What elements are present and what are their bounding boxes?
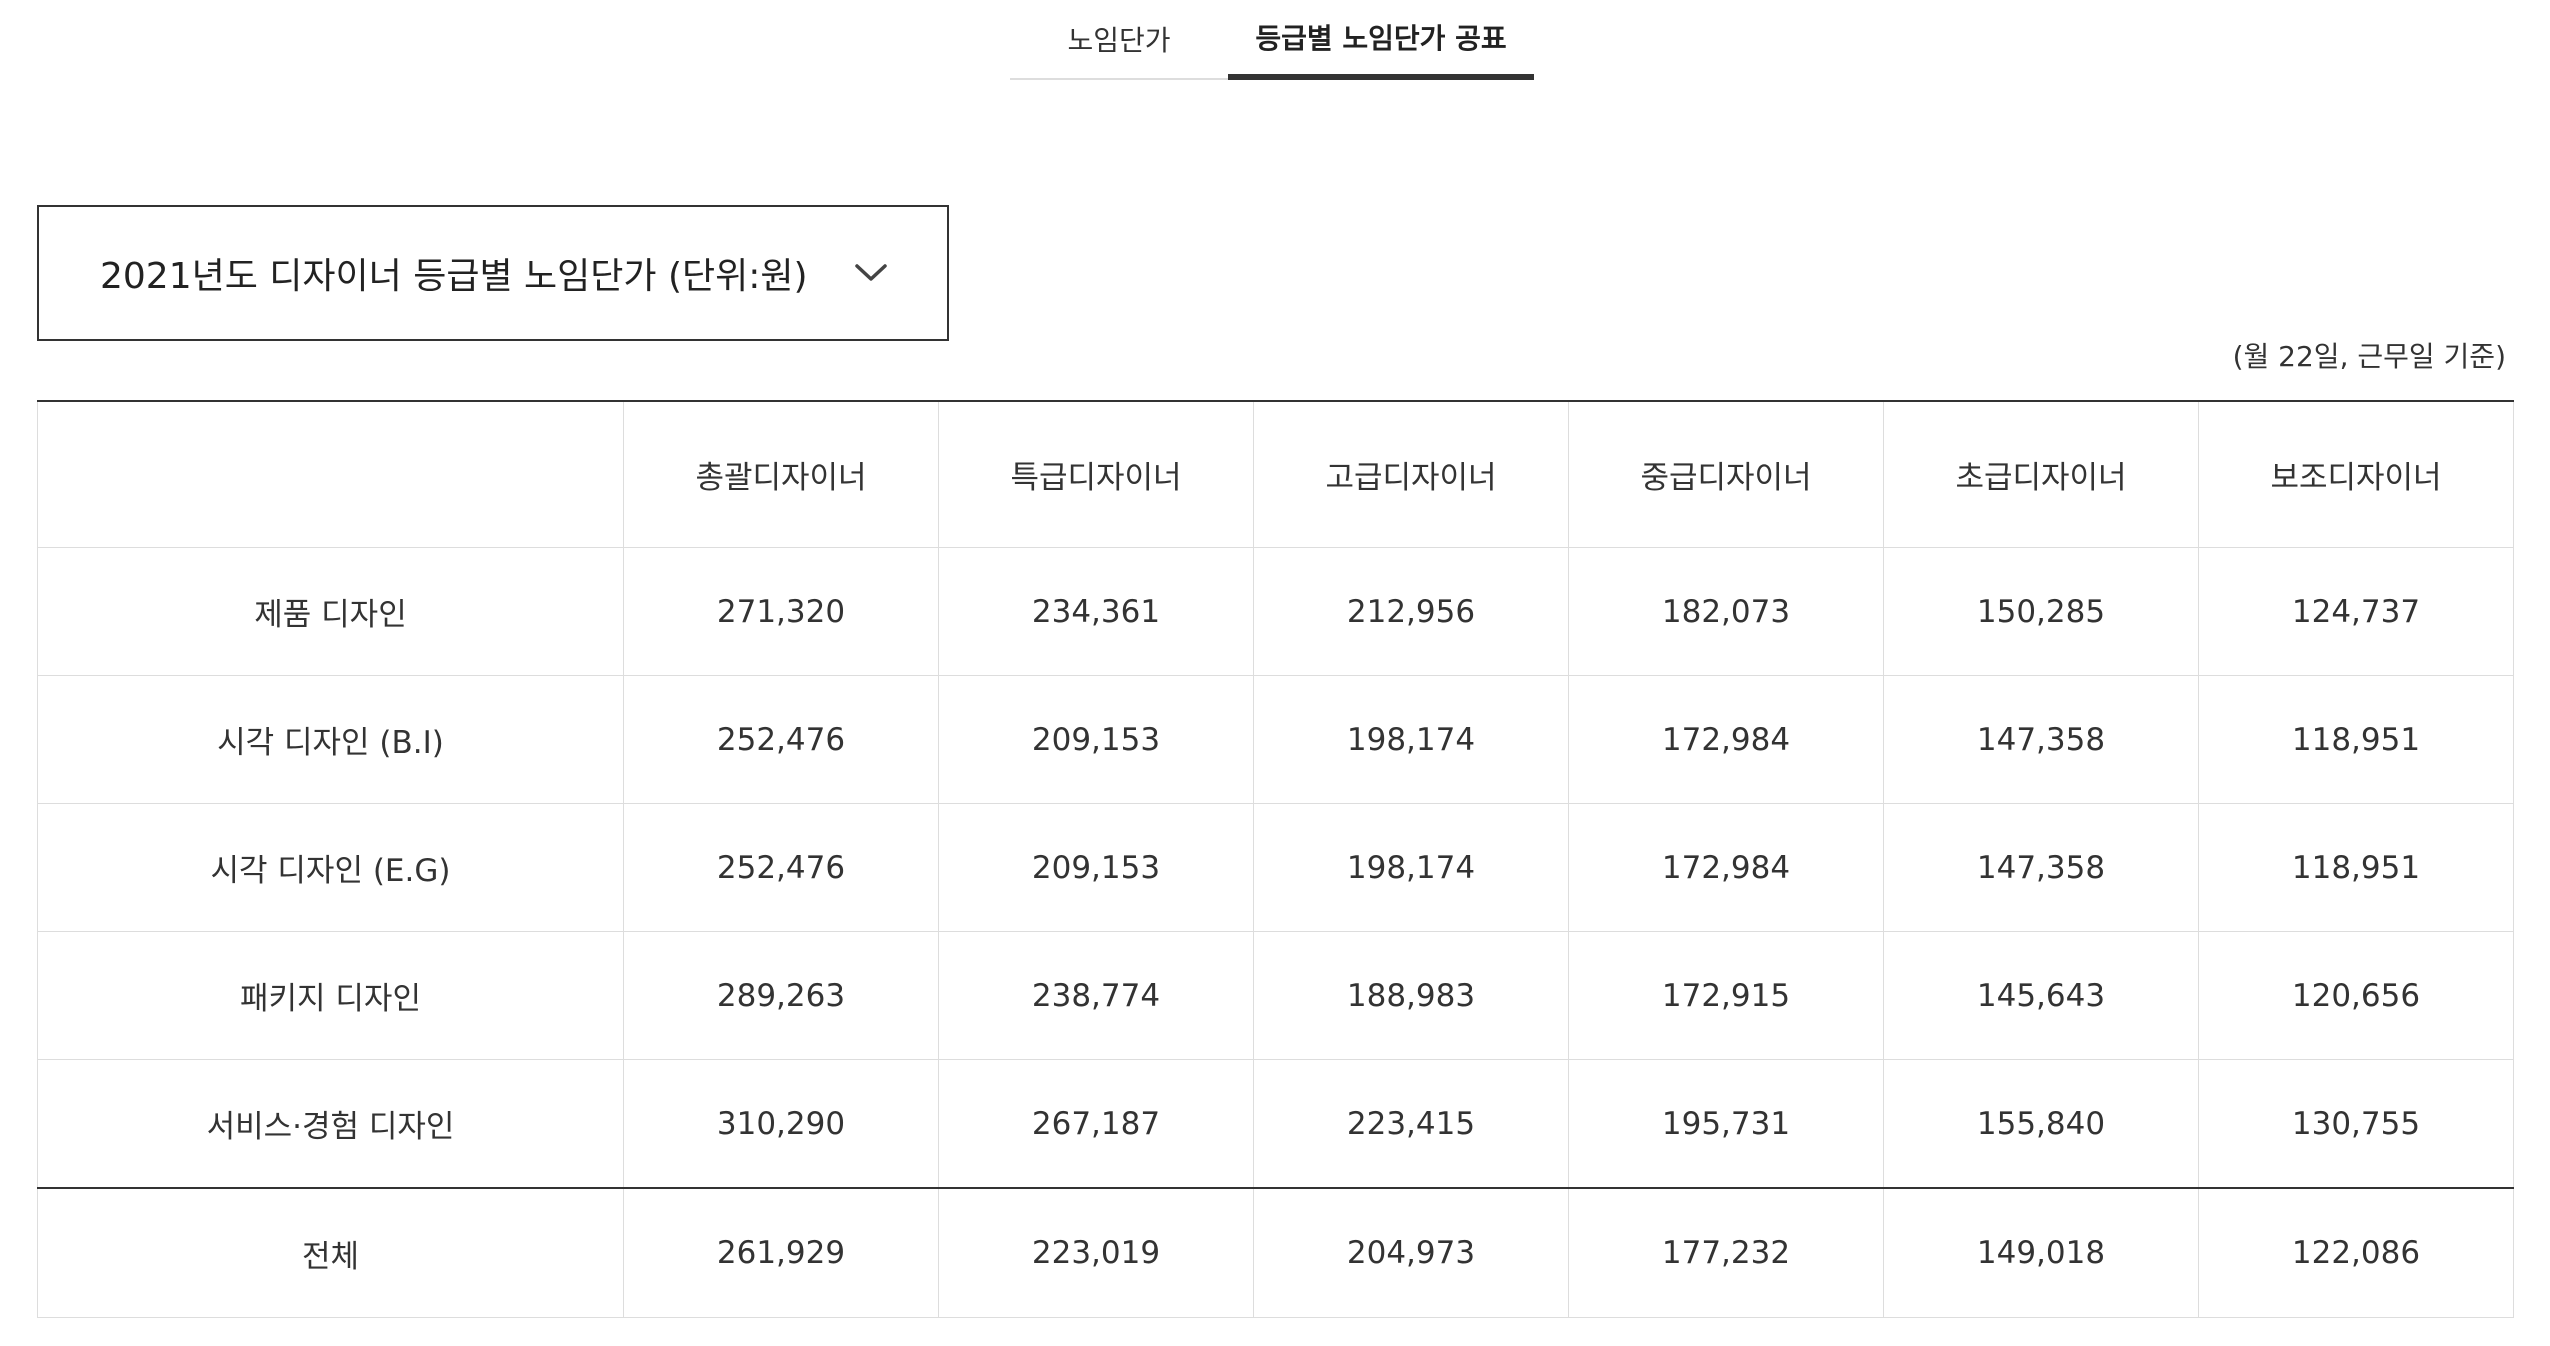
- header-cell: 특급디자이너: [938, 400, 1254, 548]
- table-row: 제품 디자인 271,320 234,361 212,956 182,073 1…: [37, 547, 2514, 676]
- table-cell: 172,984: [1568, 675, 1884, 804]
- table-cell: 145,643: [1883, 931, 2199, 1060]
- table-cell: 198,174: [1253, 675, 1569, 804]
- row-category: 시각 디자인 (B.I): [37, 675, 624, 804]
- table-cell: 198,174: [1253, 803, 1569, 932]
- table-cell: 252,476: [623, 803, 939, 932]
- header-cell: 고급디자이너: [1253, 400, 1569, 548]
- table-cell: 118,951: [2198, 675, 2514, 804]
- table-row: 시각 디자인 (E.G) 252,476 209,153 198,174 172…: [37, 803, 2514, 932]
- header-cell: 보조디자이너: [2198, 400, 2514, 548]
- table-cell: 155,840: [1883, 1059, 2199, 1189]
- row-category: 서비스·경험 디자인: [37, 1059, 624, 1189]
- table-header-row: 총괄디자이너 특급디자이너 고급디자이너 중급디자이너 초급디자이너 보조디자이…: [37, 400, 2514, 548]
- header-cell: 초급디자이너: [1883, 400, 2199, 548]
- labor-rate-table-wrapper: 총괄디자이너 특급디자이너 고급디자이너 중급디자이너 초급디자이너 보조디자이…: [37, 400, 2514, 1318]
- table-cell: 289,263: [623, 931, 939, 1060]
- table-cell: 204,973: [1253, 1187, 1569, 1318]
- table-cell: 130,755: [2198, 1059, 2514, 1189]
- table-cell: 118,951: [2198, 803, 2514, 932]
- table-cell: 223,415: [1253, 1059, 1569, 1189]
- table-cell: 195,731: [1568, 1059, 1884, 1189]
- table-cell: 234,361: [938, 547, 1254, 676]
- tab-labor-rate[interactable]: 노임단가: [1010, 0, 1228, 80]
- table-total-row: 전체 261,929 223,019 204,973 177,232 149,0…: [37, 1187, 2514, 1318]
- row-category: 제품 디자인: [37, 547, 624, 676]
- unit-note: (월 22일, 근무일 기준): [2232, 340, 2506, 373]
- table-cell: 122,086: [2198, 1187, 2514, 1318]
- table-cell: 150,285: [1883, 547, 2199, 676]
- table-cell: 147,358: [1883, 675, 2199, 804]
- total-category: 전체: [37, 1187, 624, 1318]
- table-cell: 212,956: [1253, 547, 1569, 676]
- table-cell: 209,153: [938, 675, 1254, 804]
- year-select-dropdown[interactable]: 2021년도 디자이너 등급별 노임단가 (단위:원): [37, 205, 949, 341]
- tab-bar: 노임단가 등급별 노임단가 공표: [1010, 0, 1534, 82]
- table-cell: 147,358: [1883, 803, 2199, 932]
- table-cell: 261,929: [623, 1187, 939, 1318]
- tab-grade-labor-rate-announcement[interactable]: 등급별 노임단가 공표: [1228, 0, 1534, 80]
- table-cell: 188,983: [1253, 931, 1569, 1060]
- header-cell: 총괄디자이너: [623, 400, 939, 548]
- header-cell: 중급디자이너: [1568, 400, 1884, 548]
- header-cell-empty: [37, 400, 624, 548]
- row-category: 패키지 디자인: [37, 931, 624, 1060]
- table-cell: 172,984: [1568, 803, 1884, 932]
- table-cell: 252,476: [623, 675, 939, 804]
- dropdown-selected-value: 2021년도 디자이너 등급별 노임단가 (단위:원): [100, 256, 808, 297]
- table-row: 패키지 디자인 289,263 238,774 188,983 172,915 …: [37, 931, 2514, 1060]
- table-cell: 267,187: [938, 1059, 1254, 1189]
- table-row: 서비스·경험 디자인 310,290 267,187 223,415 195,7…: [37, 1059, 2514, 1189]
- table-cell: 177,232: [1568, 1187, 1884, 1318]
- labor-rate-table: 총괄디자이너 특급디자이너 고급디자이너 중급디자이너 초급디자이너 보조디자이…: [37, 400, 2514, 1318]
- table-cell: 310,290: [623, 1059, 939, 1189]
- table-cell: 124,737: [2198, 547, 2514, 676]
- table-cell: 238,774: [938, 931, 1254, 1060]
- table-row: 시각 디자인 (B.I) 252,476 209,153 198,174 172…: [37, 675, 2514, 804]
- table-cell: 271,320: [623, 547, 939, 676]
- table-cell: 172,915: [1568, 931, 1884, 1060]
- table-cell: 149,018: [1883, 1187, 2199, 1318]
- table-cell: 182,073: [1568, 547, 1884, 676]
- row-category: 시각 디자인 (E.G): [37, 803, 624, 932]
- table-cell: 120,656: [2198, 931, 2514, 1060]
- table-cell: 209,153: [938, 803, 1254, 932]
- chevron-down-icon: [851, 253, 891, 293]
- table-cell: 223,019: [938, 1187, 1254, 1318]
